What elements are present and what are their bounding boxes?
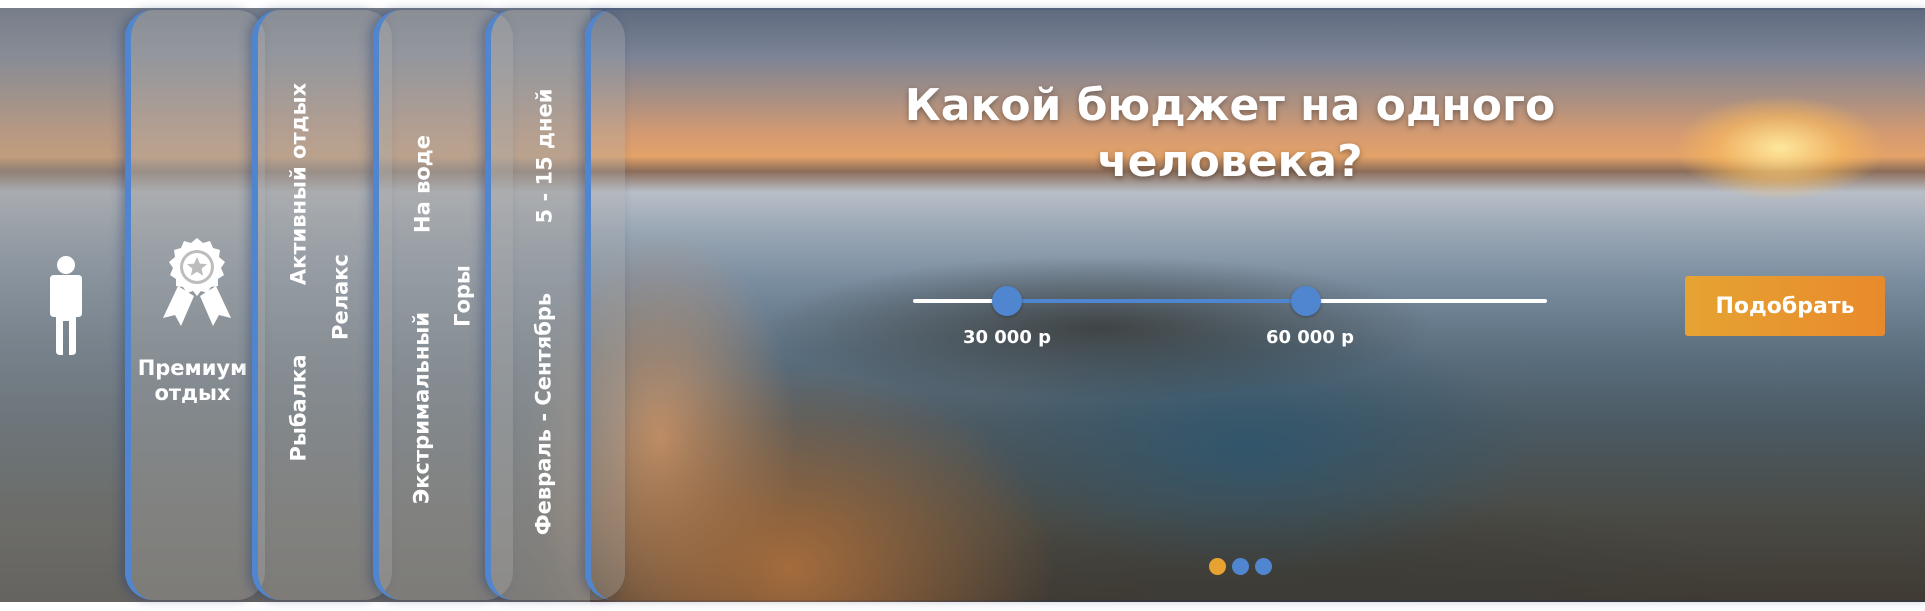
tour-selector-wizard: Премиум отдых Активный отдых Релакс Рыба… — [0, 0, 1925, 611]
premium-label: Премиум отдых — [130, 356, 255, 406]
page-title: Какой бюджет на одного человека? — [904, 80, 1556, 187]
option-days[interactable]: 5 - 15 дней — [533, 89, 557, 224]
budget-slider-range — [1007, 299, 1306, 303]
option-active-rest[interactable]: Активный отдых — [287, 83, 311, 285]
pagination-dot-1[interactable] — [1209, 558, 1226, 575]
pagination-dot-3[interactable] — [1255, 558, 1272, 575]
panel-activity-type[interactable] — [252, 10, 392, 600]
budget-max-value: 60 000 р — [1265, 327, 1355, 348]
premium-label-line2: отдых — [154, 381, 231, 405]
premium-label-line1: Премиум — [137, 356, 248, 380]
option-mountains[interactable]: Горы — [451, 265, 475, 327]
submit-button[interactable]: Подобрать — [1685, 276, 1885, 336]
option-fishing[interactable]: Рыбалка — [287, 354, 311, 461]
pagination-dot-2[interactable] — [1232, 558, 1249, 575]
budget-max-handle[interactable] — [1291, 286, 1321, 316]
award-ribbon-icon — [163, 238, 231, 326]
budget-min-handle[interactable] — [992, 286, 1022, 316]
option-months[interactable]: Февраль - Сентябрь — [532, 293, 556, 535]
option-relax[interactable]: Релакс — [329, 254, 353, 340]
budget-min-value: 30 000 р — [962, 327, 1052, 348]
option-extreme[interactable]: Экстримальный — [410, 312, 434, 504]
person-icon[interactable] — [42, 255, 90, 357]
option-on-water[interactable]: На воде — [411, 135, 435, 233]
